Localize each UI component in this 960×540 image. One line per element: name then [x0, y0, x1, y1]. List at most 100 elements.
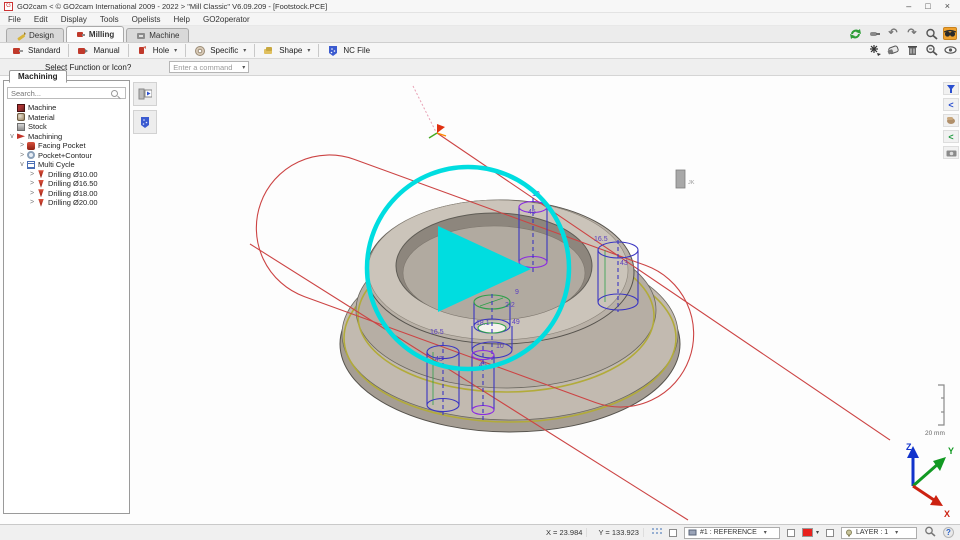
menu-display[interactable]: Display	[61, 15, 87, 24]
layer-select[interactable]: LAYER : 1 ▾	[841, 527, 917, 539]
title-bar: G GO2cam < © GO2cam International 2009 -…	[0, 0, 960, 13]
standard-cycle-icon	[12, 45, 24, 57]
tree-item-material[interactable]: Material	[6, 113, 127, 123]
zoom-value-icon[interactable]	[924, 526, 936, 539]
grid-icon[interactable]	[651, 527, 662, 539]
tree-item-machine[interactable]: Machine	[6, 103, 127, 113]
nc-file-button[interactable]: NC File	[319, 43, 378, 58]
tab-machining-panel[interactable]: Machining	[9, 70, 67, 83]
hole-button[interactable]: Hole ▾	[129, 43, 185, 58]
right-edge-toolbar: < <	[943, 82, 959, 159]
go2-glasses-icon[interactable]	[943, 27, 957, 40]
color-checkbox[interactable]	[787, 529, 795, 537]
ribbon-tab-row: Design Milling Machine	[0, 26, 960, 42]
multi-cycle-icon	[27, 161, 35, 169]
maximize-button[interactable]: □	[925, 1, 930, 12]
svg-text:Z: Z	[906, 442, 912, 452]
pocket-contour-icon	[27, 151, 35, 159]
specific-dropdown-arrow[interactable]: ▾	[243, 47, 246, 54]
menu-help[interactable]: Help	[174, 15, 190, 24]
collapse-blue-icon[interactable]: <	[943, 98, 959, 111]
grab-tool-icon[interactable]	[867, 27, 881, 40]
tree-item-facing-pocket[interactable]: >Facing Pocket	[6, 141, 127, 151]
delete-icon[interactable]	[905, 43, 919, 56]
reference-select[interactable]: #1 : REFERENCE ▾	[684, 527, 780, 539]
color-dropdown-arrow[interactable]: ▾	[816, 529, 819, 536]
tree-item-stock[interactable]: Stock	[6, 122, 127, 132]
drilling-icon	[37, 170, 45, 178]
y-coordinate: Y = 133.923	[594, 528, 644, 537]
drilling-icon	[37, 180, 45, 188]
view-icon-row: ↶ ↷	[848, 27, 957, 40]
menu-file[interactable]: File	[8, 15, 21, 24]
manual-button[interactable]: Manual	[69, 43, 127, 58]
origin-marker	[429, 124, 446, 138]
svg-text:16.5: 16.5	[430, 329, 444, 336]
svg-text:45: 45	[528, 209, 536, 216]
search-icon	[111, 90, 118, 97]
shape-button[interactable]: Shape ▾	[255, 43, 318, 58]
svg-text:2.2: 2.2	[505, 302, 515, 309]
svg-text:20 mm: 20 mm	[925, 430, 945, 437]
stock-icon	[17, 123, 25, 131]
menu-tools[interactable]: Tools	[100, 15, 119, 24]
redo-icon[interactable]: ↷	[905, 27, 919, 40]
app-icon: G	[4, 2, 13, 11]
menu-edit[interactable]: Edit	[34, 15, 48, 24]
color-swatch[interactable]	[802, 528, 813, 537]
specific-icon	[194, 45, 206, 57]
menu-opelists[interactable]: Opelists	[132, 15, 161, 24]
tree-item-drilling-18[interactable]: >Drilling Ø18.00	[6, 189, 127, 199]
search-input[interactable]	[11, 89, 111, 98]
specific-button[interactable]: Specific ▾	[186, 43, 254, 58]
pan-hand-icon[interactable]	[943, 114, 959, 127]
drilling-icon	[37, 199, 45, 207]
facing-pocket-icon	[27, 142, 35, 150]
tab-machine[interactable]: Machine	[126, 28, 189, 42]
redraw-eye-icon[interactable]	[943, 43, 957, 56]
tool-display-button[interactable]	[133, 110, 157, 134]
refresh-icon[interactable]	[848, 27, 862, 40]
capture-icon[interactable]	[943, 146, 959, 159]
hide-elements-icon[interactable]	[867, 43, 881, 56]
machining-icon	[17, 132, 25, 140]
svg-text:JK: JK	[688, 180, 695, 186]
undo-icon[interactable]: ↶	[886, 27, 900, 40]
axis-triad: Z Y X	[906, 442, 954, 519]
svg-text:49: 49	[512, 319, 520, 326]
tree-item-multi-cycle[interactable]: vMulti Cycle	[6, 160, 127, 170]
minimize-button[interactable]: –	[906, 1, 911, 12]
layer-checkbox[interactable]	[826, 529, 834, 537]
tree-item-machining[interactable]: vMachining	[6, 132, 127, 142]
menu-go2operator[interactable]: GO2operator	[203, 15, 250, 24]
reference-checkbox[interactable]	[669, 529, 677, 537]
collapse-green-icon[interactable]: <	[943, 130, 959, 143]
tree-item-drilling-16-5[interactable]: >Drilling Ø16.50	[6, 179, 127, 189]
shape-dropdown-arrow[interactable]: ▾	[307, 47, 310, 54]
simulation-button[interactable]	[133, 82, 157, 106]
milling-tool-icon	[76, 30, 86, 40]
tree-item-pocket-contour[interactable]: >Pocket+Contour	[6, 151, 127, 161]
hole-icon	[137, 45, 149, 57]
x-coordinate: X = 23.984	[542, 528, 588, 537]
hole-dropdown-arrow[interactable]: ▾	[174, 47, 177, 54]
tab-milling[interactable]: Milling	[66, 26, 124, 42]
standard-button[interactable]: Standard	[4, 43, 68, 58]
filter-icon[interactable]	[943, 82, 959, 95]
svg-text:16.5: 16.5	[594, 236, 608, 243]
tree-search-box[interactable]	[7, 87, 126, 99]
tab-design[interactable]: Design	[6, 28, 64, 42]
zoom-selection-icon[interactable]	[924, 43, 938, 56]
zoom-icon[interactable]	[924, 27, 938, 40]
svg-text:43: 43	[620, 260, 628, 267]
close-button[interactable]: ×	[945, 1, 950, 12]
simulation-icon	[138, 88, 152, 100]
tree-item-drilling-10[interactable]: >Drilling Ø10.00	[6, 170, 127, 180]
tree-item-drilling-20[interactable]: >Drilling Ø20.00	[6, 198, 127, 208]
layer-icon	[845, 529, 853, 537]
help-icon[interactable]: ?	[943, 527, 954, 538]
3d-viewport[interactable]: 10 45 16.5 43 9 2.2 18.1 49 16.5 43 10 4…	[0, 76, 960, 524]
svg-text:X: X	[944, 509, 950, 519]
command-combobox[interactable]: Enter a command ▾	[169, 61, 249, 73]
eraser-icon[interactable]	[886, 43, 900, 56]
